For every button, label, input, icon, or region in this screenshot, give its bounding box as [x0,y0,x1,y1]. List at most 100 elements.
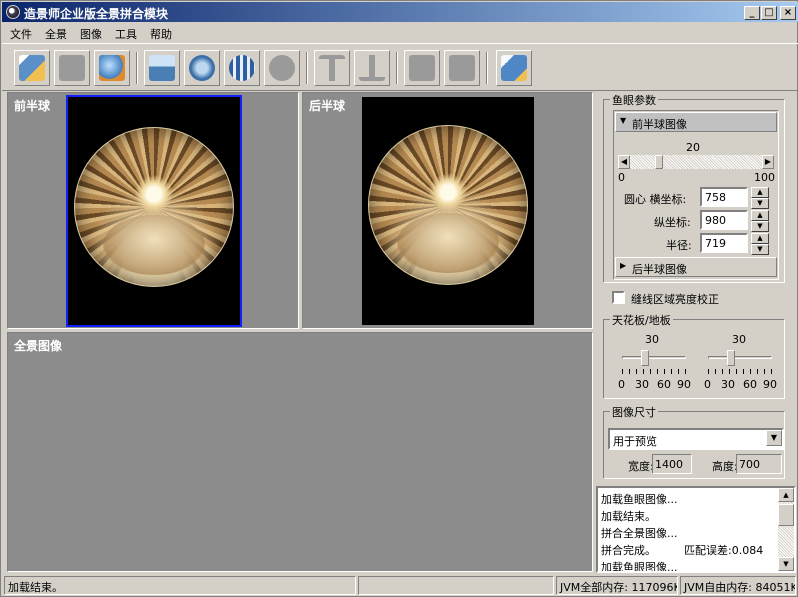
ceiling-slider-thumb[interactable] [640,350,649,366]
fisheye-params-title: 鱼眼参数 [610,92,658,108]
center-y-spinner[interactable]: ▲ ▼ [751,210,769,232]
panorama-label: 全景图像 [14,339,63,353]
menu-file[interactable]: 文件 [10,26,32,42]
page-edit-button[interactable] [444,50,480,86]
seam-correction-label: 缝线区域亮度校正 [631,293,719,306]
spinner-up-icon[interactable]: ▲ [751,187,769,198]
center-x-field[interactable]: 758 [700,187,748,207]
radius-field[interactable]: 719 [700,233,748,253]
title-bar[interactable]: 造景师企业版全景拼合模块 _ □ × [2,2,798,22]
disabled-button-1[interactable] [54,50,90,86]
status-message: 加载结束。 [4,576,356,595]
spinner-down-icon[interactable]: ▼ [751,198,769,209]
log-line: 加载结束。 [601,510,656,523]
menu-image[interactable]: 图像 [80,26,102,42]
spinner-up-icon[interactable]: ▲ [751,210,769,221]
menu-tools[interactable]: 工具 [115,26,137,42]
chevron-down-icon: ▼ [620,116,627,125]
radius-spinner[interactable]: ▲ ▼ [751,233,769,255]
open-button[interactable] [14,50,50,86]
spinner-up-icon[interactable]: ▲ [751,233,769,244]
front-image-frame[interactable] [66,95,242,327]
main-window: 造景师企业版全景拼合模块 _ □ × 文件 全景 图像 工具 帮助 前半球 后半… [0,0,798,597]
sphere-button[interactable] [224,50,260,86]
floor-tick-0: 0 [704,378,711,391]
menu-panorama[interactable]: 全景 [45,26,67,42]
ceiling-slider-track [622,356,686,359]
close-button[interactable]: × [780,6,796,20]
minimize-button[interactable]: _ [744,6,760,20]
floor-tick-60: 60 [743,378,757,391]
globe-export-icon [99,55,125,81]
radius-slider[interactable]: ◀ ▶ [618,155,774,169]
sphere-gray-button[interactable] [264,50,300,86]
size-preset-select[interactable]: 用于预览 ▼ [608,428,784,450]
log-line: 加载鱼眼图像... [601,493,678,506]
ceiling-value: 30 [645,333,659,346]
menu-help[interactable]: 帮助 [150,26,172,42]
toolbar-separator [396,52,398,84]
globe-arrow-icon [189,55,215,81]
chevron-down-icon[interactable]: ▼ [766,430,782,446]
scroll-up-icon[interactable]: ▲ [778,488,794,502]
ceiling-floor-title: 天花板/地板 [610,312,673,328]
upload-button[interactable] [314,50,350,86]
help-button[interactable] [496,50,532,86]
window-title: 造景师企业版全景拼合模块 [24,7,169,21]
open-folder-icon [19,55,45,81]
blank-icon [59,55,85,81]
log-scrollbar[interactable]: ▲ ▼ [778,488,794,571]
spinner-down-icon[interactable]: ▼ [751,221,769,232]
globe-arrow-button[interactable] [184,50,220,86]
download-button[interactable] [354,50,390,86]
page-icon [409,55,435,81]
height-label: 高度: [712,460,738,473]
slider-value: 20 [686,141,700,154]
sphere-gray-icon [269,55,295,81]
page-button[interactable] [404,50,440,86]
load-image-button[interactable] [144,50,180,86]
slider-left-arrow[interactable]: ◀ [618,155,630,169]
image-size-group: 图像尺寸 用于预览 ▼ 宽度: 1400 高度: 700 [603,404,785,479]
maximize-button[interactable]: □ [761,6,777,20]
seam-correction-checkbox[interactable] [612,291,625,304]
ceiling-slider[interactable] [622,350,686,380]
floor-value: 30 [732,333,746,346]
floor-slider[interactable] [708,350,772,380]
floor-slider-track [708,356,772,359]
scroll-thumb[interactable] [778,504,794,526]
toolbar-separator [486,52,488,84]
front-section-header[interactable]: ▼ 前半球图像 [615,112,777,132]
back-hemisphere-panel[interactable]: 后半球 [302,92,593,329]
back-fisheye-image [368,125,528,285]
back-section-label: 后半球图像 [632,263,687,276]
center-x-spinner[interactable]: ▲ ▼ [751,187,769,209]
size-preset-value: 用于预览 [613,435,657,448]
export-button[interactable] [94,50,130,86]
ceiling-tick-90: 90 [677,378,691,391]
scroll-down-icon[interactable]: ▼ [778,557,794,571]
toolbar-separator [306,52,308,84]
back-hemisphere-label: 后半球 [309,99,346,113]
slider-min-label: 0 [618,171,625,184]
chevron-right-icon: ▶ [620,261,627,270]
front-hemisphere-panel[interactable]: 前半球 [7,92,299,329]
height-field: 700 [736,454,782,474]
floor-slider-thumb[interactable] [726,350,735,366]
slider-thumb[interactable] [654,155,663,169]
back-section-header[interactable]: ▶ 后半球图像 [615,257,777,277]
log-line: 拼合完成。 [601,544,656,557]
menu-bar: 文件 全景 图像 工具 帮助 [2,23,798,42]
center-y-field[interactable]: 980 [700,210,748,230]
panorama-panel[interactable]: 全景图像 [7,332,593,572]
app-icon[interactable] [6,5,20,19]
log-panel[interactable]: 加载鱼眼图像... 加载结束。 拼合全景图像... 拼合完成。 匹配误差:0.0… [596,486,796,573]
back-image-frame[interactable] [362,97,534,325]
status-empty [358,576,554,595]
slider-right-arrow[interactable]: ▶ [762,155,774,169]
ceiling-tick-0: 0 [618,378,625,391]
center-y-label: 纵坐标: [654,216,691,229]
log-line: 拼合全景图像... [601,527,678,540]
ceiling-floor-group: 天花板/地板 30 30 0 30 60 90 0 30 60 90 [603,312,785,399]
spinner-down-icon[interactable]: ▼ [751,244,769,255]
